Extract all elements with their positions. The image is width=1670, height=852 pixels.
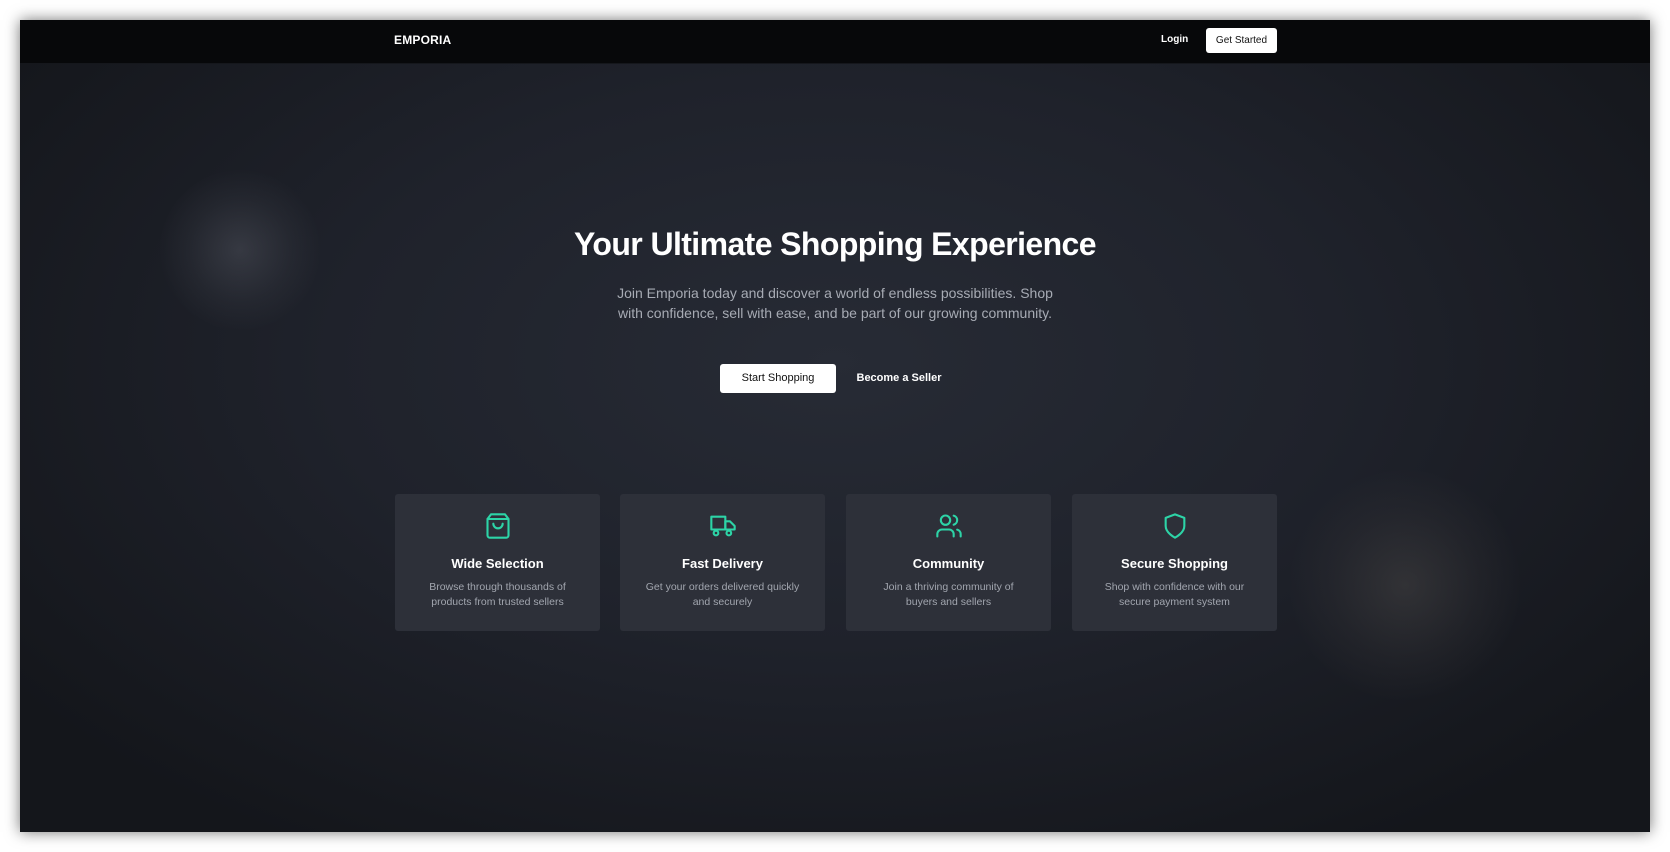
shield-icon bbox=[1161, 512, 1189, 540]
users-icon bbox=[935, 512, 963, 540]
feature-description: Browse through thousands of products fro… bbox=[429, 581, 566, 608]
feature-card-fast-delivery: Fast Delivery Get your orders delivered … bbox=[620, 494, 825, 631]
truck-icon bbox=[709, 512, 737, 540]
feature-title: Secure Shopping bbox=[1121, 556, 1228, 571]
feature-title: Wide Selection bbox=[451, 556, 544, 571]
feature-title: Fast Delivery bbox=[682, 556, 763, 571]
navbar: EMPORIA Login Get Started bbox=[20, 20, 1650, 64]
page-frame: EMPORIA Login Get Started Your Ultimate … bbox=[20, 20, 1650, 832]
become-seller-button[interactable]: Become a Seller bbox=[840, 364, 958, 393]
hero-background bbox=[20, 20, 1650, 832]
feature-title: Community bbox=[912, 556, 985, 571]
feature-description: Join a thriving community of buyers and … bbox=[883, 581, 1014, 608]
feature-card-wide-selection: Wide Selection Browse through thousands … bbox=[395, 494, 600, 631]
hero-subtitle: Join Emporia today and discover a world … bbox=[617, 285, 1053, 321]
feature-description: Get your orders delivered quickly and se… bbox=[645, 581, 800, 608]
start-shopping-button[interactable]: Start Shopping bbox=[720, 364, 836, 393]
brand-logo[interactable]: EMPORIA bbox=[394, 33, 451, 47]
get-started-button[interactable]: Get Started bbox=[1206, 28, 1277, 53]
feature-description: Shop with confidence with our secure pay… bbox=[1104, 581, 1245, 608]
feature-cards: Wide Selection Browse through thousands … bbox=[395, 494, 1277, 631]
feature-card-secure-shopping: Secure Shopping Shop with confidence wit… bbox=[1072, 494, 1277, 631]
feature-card-community: Community Join a thriving community of b… bbox=[846, 494, 1051, 631]
shopping-bag-icon bbox=[484, 512, 512, 540]
background-glow-right bbox=[1290, 470, 1520, 700]
hero-title: Your Ultimate Shopping Experience bbox=[574, 226, 1097, 262]
login-link[interactable]: Login bbox=[1161, 34, 1188, 45]
